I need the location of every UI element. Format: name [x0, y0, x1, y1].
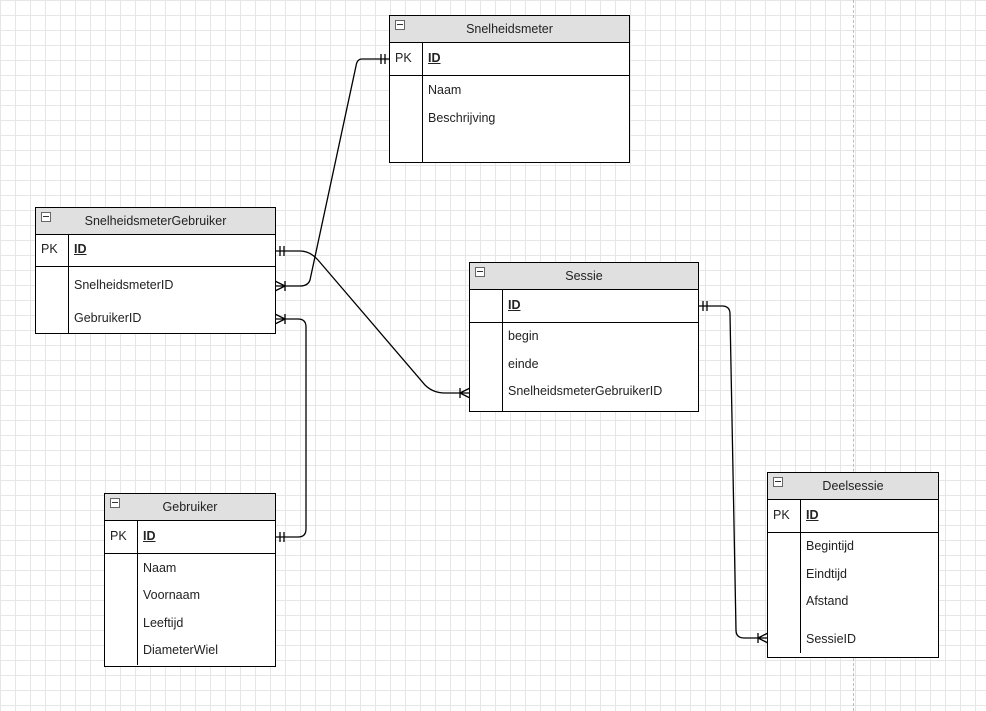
attribute-afstand: Afstand: [806, 594, 849, 608]
attribute-begin: begin: [508, 329, 539, 343]
entity-snelheidsmeter[interactable]: Snelheidsmeter PK ID Naam Beschrijving: [389, 15, 630, 163]
entity-title: Snelheidsmeter: [466, 22, 553, 36]
entity-header[interactable]: Deelsessie: [768, 473, 938, 500]
key-label: PK: [395, 51, 412, 65]
collapse-icon[interactable]: [773, 477, 783, 487]
attribute-snelheidsmeterid: SnelheidsmeterID: [74, 278, 174, 292]
id-field: ID: [508, 298, 521, 312]
key-column-divider: [422, 43, 423, 162]
key-label: PK: [110, 529, 127, 543]
attribute-begintijd: Begintijd: [806, 539, 854, 553]
attribute-gebruikerid: GebruikerID: [74, 311, 142, 325]
id-field: ID: [74, 242, 87, 256]
id-field: ID: [428, 51, 441, 65]
collapse-icon[interactable]: [110, 498, 120, 508]
attribute-leeftijd: Leeftijd: [143, 616, 184, 630]
key-column-divider: [68, 235, 69, 333]
primary-key-row: PK ID: [390, 43, 629, 76]
rel-snelheidsmeter-to-koppeling[interactable]: [274, 54, 390, 292]
entity-header[interactable]: Gebruiker: [105, 494, 275, 521]
attribute-diameterwiel: DiameterWiel: [143, 643, 219, 657]
entity-sessie[interactable]: Sessie ID begin einde SnelheidsmeterGebr…: [469, 262, 699, 412]
attribute-naam: Naam: [428, 83, 462, 97]
collapse-icon[interactable]: [41, 212, 51, 222]
entity-header[interactable]: SnelheidsmeterGebruiker: [36, 208, 275, 235]
attribute-sessieid: SessieID: [806, 632, 857, 646]
collapse-icon[interactable]: [475, 267, 485, 277]
attribute-naam: Naam: [143, 561, 177, 575]
primary-key-row: PK ID: [105, 521, 275, 554]
collapse-icon[interactable]: [395, 20, 405, 30]
id-field: ID: [806, 508, 819, 522]
entity-gebruiker[interactable]: Gebruiker PK ID Naam Voornaam Leeftijd D…: [104, 493, 276, 667]
attribute-eindtijd: Eindtijd: [806, 567, 847, 581]
entity-title: Sessie: [565, 269, 603, 283]
key-label: PK: [41, 242, 58, 256]
primary-key-row: PK ID: [36, 235, 275, 267]
entity-snelheidsmetergebruiker[interactable]: SnelheidsmeterGebruiker PK ID Snelheidsm…: [35, 207, 276, 334]
attribute-beschrijving: Beschrijving: [428, 111, 496, 125]
attribute-voornaam: Voornaam: [143, 588, 200, 602]
attribute-snelheidsmetergebruikerid: SnelheidsmeterGebruikerID: [508, 384, 663, 398]
attribute-einde: einde: [508, 357, 539, 371]
rel-gebruiker-to-koppeling[interactable]: [274, 313, 307, 542]
primary-key-row: PK ID: [768, 500, 938, 533]
entity-title: Gebruiker: [162, 500, 218, 514]
primary-key-row: ID: [470, 290, 698, 323]
entity-header[interactable]: Snelheidsmeter: [390, 16, 629, 43]
key-column-divider: [502, 290, 503, 411]
key-column-divider: [137, 521, 138, 665]
entity-title: SnelheidsmeterGebruiker: [84, 214, 227, 228]
entity-header[interactable]: Sessie: [470, 263, 698, 290]
key-label: PK: [773, 508, 790, 522]
id-field: ID: [143, 529, 156, 543]
key-column-divider: [800, 500, 801, 653]
entity-title: Deelsessie: [822, 479, 884, 493]
rel-sessie-to-deelsessie[interactable]: [698, 301, 769, 644]
entity-deelsessie[interactable]: Deelsessie PK ID Begintijd Eindtijd Afst…: [767, 472, 939, 658]
